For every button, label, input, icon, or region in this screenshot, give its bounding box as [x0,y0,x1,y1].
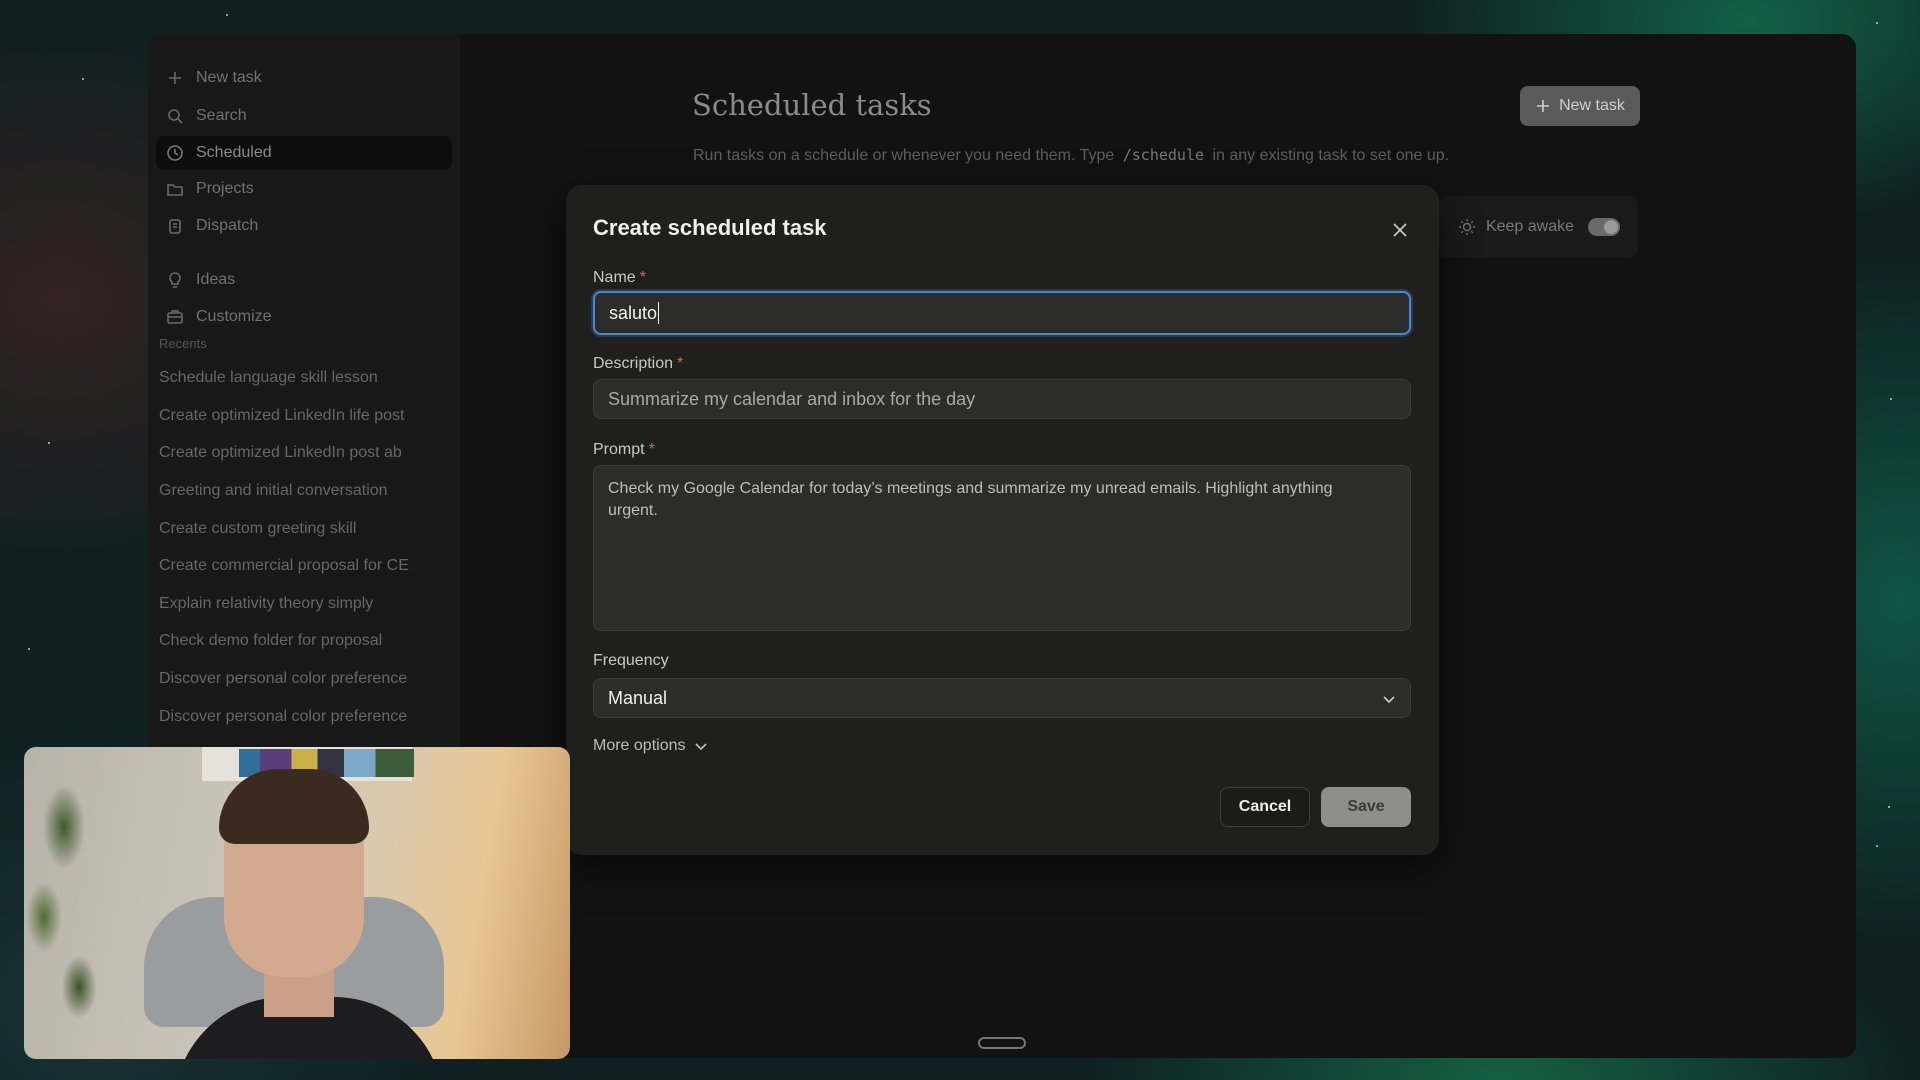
recent-item[interactable]: Greeting and initial conversation [159,482,429,500]
frequency-value: Manual [608,687,668,708]
cancel-button[interactable]: Cancel [1220,787,1310,827]
description-placeholder: Summarize my calendar and inbox for the … [608,388,976,409]
sun-icon [1458,219,1475,235]
chevron-down-icon [694,743,707,751]
star-decoration [1890,398,1892,400]
sidebar-item-dispatch[interactable]: Dispatch [156,209,452,243]
chevron-down-icon [1383,696,1395,704]
description-label-text: Description [593,355,674,372]
sidebar-item-label: New task [196,69,262,86]
recents-heading: Recents [159,336,207,351]
keep-awake-label: Keep awake [1485,218,1574,235]
schedule-command: /schedule [1122,146,1205,164]
prompt-label-text: Prompt [593,441,645,458]
sidebar-item-new-task[interactable]: New task [156,61,452,95]
webcam-overlay [24,747,570,1059]
dispatch-icon [169,219,181,234]
recent-item[interactable]: Create optimized LinkedIn life post [159,407,429,425]
briefcase-icon [167,310,183,324]
keep-awake-toggle[interactable] [1588,218,1620,236]
create-scheduled-task-dialog: Create scheduled task Name * saluto Descr… [566,185,1439,855]
name-label-text: Name [593,269,636,286]
plant [24,767,114,1027]
star-decoration [48,442,50,444]
recent-item[interactable]: Check demo folder for proposal [159,632,429,650]
subtitle-text: in any existing task to set one up. [1212,147,1450,164]
clock-icon [167,145,183,161]
recent-item[interactable]: Schedule language skill lesson [159,369,429,387]
lightbulb-icon [169,272,181,288]
plus-icon [169,72,181,84]
sidebar-item-label: Ideas [196,271,236,288]
search-icon [168,109,183,124]
required-marker: * [639,269,646,286]
star-decoration [1876,22,1878,24]
recent-item[interactable]: Discover personal color preference [159,708,429,726]
new-task-button[interactable]: New task [1520,86,1640,126]
more-options-toggle[interactable]: More options [593,737,708,755]
recent-item[interactable]: Explain relativity theory simply [159,595,429,613]
sidebar-item-scheduled[interactable]: Scheduled [156,136,452,170]
sidebar-item-label: Customize [196,308,272,325]
prompt-placeholder: Check my Google Calendar for today’s mee… [608,480,1333,519]
sidebar-item-label: Dispatch [196,217,259,234]
description-input[interactable]: Summarize my calendar and inbox for the … [593,379,1411,419]
sidebar-item-label: Search [196,107,247,124]
page-subtitle: Run tasks on a schedule or whenever you … [693,146,1449,165]
prompt-label: Prompt * [593,441,655,459]
sidebar-item-projects[interactable]: Projects [156,172,452,206]
dialog-title: Create scheduled task [593,215,827,240]
save-button[interactable]: Save [1321,787,1411,827]
star-decoration [226,14,228,16]
frequency-label: Frequency [593,652,669,669]
text-caret [658,302,660,324]
close-icon[interactable] [1391,221,1409,239]
star-decoration [1888,806,1890,808]
recent-item[interactable]: Create commercial proposal for CE [159,557,429,575]
star-decoration [1876,845,1878,847]
sidebar-item-label: Scheduled [196,144,272,161]
folder-icon [167,184,183,196]
name-input[interactable]: saluto [593,291,1411,335]
home-indicator [978,1037,1026,1049]
frequency-select[interactable]: Manual [593,678,1411,718]
sidebar-item-label: Projects [196,180,254,197]
sidebar-item-customize[interactable]: Customize [156,300,452,334]
sidebar-item-ideas[interactable]: Ideas [156,263,452,297]
plus-icon [1537,100,1550,112]
page-title: Scheduled tasks [692,88,932,122]
more-options-label: More options [593,737,686,754]
required-marker: * [677,355,684,372]
prompt-textarea[interactable]: Check my Google Calendar for today’s mee… [593,465,1411,631]
new-task-label: New task [1559,97,1625,114]
keep-awake-card: Keep awake [1438,196,1638,258]
star-decoration [28,648,30,650]
required-marker: * [648,441,655,458]
star-decoration [82,78,84,80]
name-label: Name * [593,269,646,287]
subtitle-text: Run tasks on a schedule or whenever you … [693,147,1115,164]
recent-item[interactable]: Create custom greeting skill [159,520,429,538]
sidebar-item-search[interactable]: Search [156,99,452,133]
description-label: Description * [593,355,683,373]
recent-item[interactable]: Discover personal color preference [159,670,429,688]
name-input-value: saluto [609,302,658,323]
recent-item[interactable]: Create optimized LinkedIn post ab [159,444,429,462]
